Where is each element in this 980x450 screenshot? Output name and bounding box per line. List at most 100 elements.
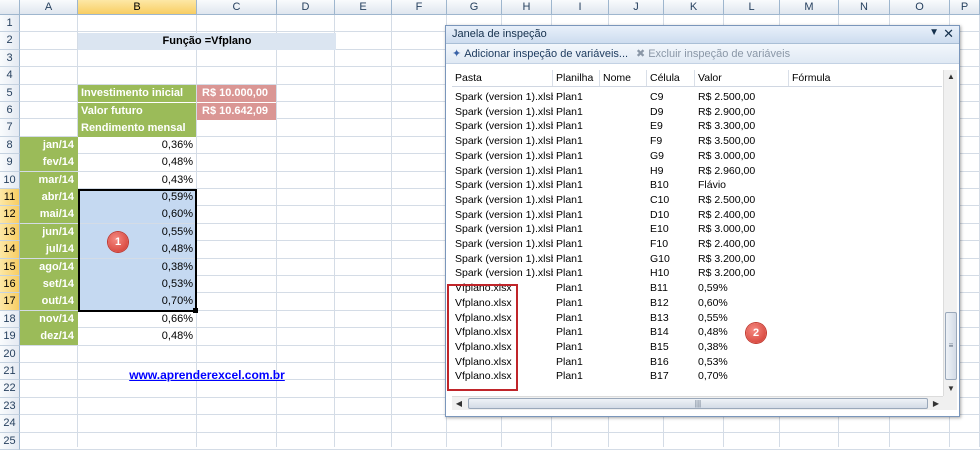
label-monthly-yield[interactable]: Rendimento mensal <box>78 120 196 137</box>
header-book[interactable]: Pasta <box>452 70 553 86</box>
row-header-4[interactable]: 4 <box>0 67 20 85</box>
month-cell[interactable]: jan/14 <box>20 136 78 154</box>
watch-row[interactable]: Spark (version 1).xlsb Plan1 G10 R$ 3.200,0… <box>452 252 942 267</box>
watch-row[interactable]: Vfplano.xlsx Plan1 B16 0,53% <box>452 355 942 370</box>
scroll-up-arrow-icon[interactable]: ▲ <box>944 70 958 84</box>
header-sheet[interactable]: Planilha <box>553 70 600 86</box>
month-cell[interactable]: mai/14 <box>20 206 78 224</box>
horizontal-scrollbar[interactable]: ◀ ||| ▶ <box>452 396 943 410</box>
column-header-d[interactable]: D <box>277 0 335 15</box>
header-cell[interactable]: Célula <box>647 70 695 86</box>
row-header-25[interactable]: 25 <box>0 432 20 450</box>
watch-row[interactable]: Vfplano.xlsx Plan1 B12 0,60% <box>452 296 942 311</box>
row-header-9[interactable]: 9 <box>0 154 20 172</box>
rate-cell[interactable]: 0,70% <box>78 293 197 311</box>
column-header-b[interactable]: B <box>78 0 197 15</box>
month-cell[interactable]: mar/14 <box>20 171 78 189</box>
watch-row[interactable]: Spark (version 1).xlsb Plan1 C9 R$ 2.500,00 <box>452 90 942 105</box>
row-header-6[interactable]: 6 <box>0 102 20 120</box>
row-header-20[interactable]: 20 <box>0 345 20 363</box>
rate-cell[interactable]: 0,48% <box>78 154 197 171</box>
watch-row[interactable]: Spark (version 1).xlsb Plan1 E10 R$ 3.000,0… <box>452 222 942 237</box>
fill-handle[interactable] <box>193 308 198 313</box>
header-value[interactable]: Valor <box>695 70 789 86</box>
row-header-24[interactable]: 24 <box>0 415 20 433</box>
month-cell[interactable]: dez/14 <box>20 328 78 346</box>
row-header-11[interactable]: 11 <box>0 189 20 207</box>
column-header-m[interactable]: M <box>780 0 839 15</box>
row-header-2[interactable]: 2 <box>0 32 20 50</box>
watch-row[interactable]: Spark (version 1).xlsb Plan1 F10 R$ 2.400,0… <box>452 237 942 252</box>
row-header-13[interactable]: 13 <box>0 223 20 242</box>
watch-row[interactable]: Spark (version 1).xlsb Plan1 D10 R$ 2.400,0… <box>452 208 942 223</box>
month-cell[interactable]: jul/14 <box>20 241 78 259</box>
delete-watch-button[interactable]: ✖ Excluir inspeção de variáveis <box>636 47 790 60</box>
row-header-18[interactable]: 18 <box>0 310 20 329</box>
rate-cell[interactable]: 0,36% <box>78 137 197 154</box>
row-header-5[interactable]: 5 <box>0 84 20 102</box>
column-header-f[interactable]: F <box>392 0 447 15</box>
row-header-17[interactable]: 17 <box>0 293 20 311</box>
column-header-l[interactable]: L <box>724 0 780 15</box>
vertical-scrollbar[interactable]: ▲ ≡ ▼ <box>943 70 957 396</box>
watch-row[interactable]: Vfplano.xlsx Plan1 B11 0,59% <box>452 281 942 296</box>
row-header-12[interactable]: 12 <box>0 206 20 224</box>
month-cell[interactable]: ago/14 <box>20 258 78 276</box>
rate-cell[interactable]: 0,43% <box>78 172 197 189</box>
column-header-p[interactable]: P <box>950 0 980 15</box>
column-header-a[interactable]: A <box>20 0 78 15</box>
label-initial-investment[interactable]: Investimento inicial <box>78 85 196 102</box>
watch-row[interactable]: Spark (version 1).xlsb Plan1 E9 R$ 3.300,00 <box>452 119 942 134</box>
row-header-14[interactable]: 14 <box>0 241 20 259</box>
column-header-g[interactable]: G <box>447 0 502 15</box>
month-cell[interactable]: out/14 <box>20 293 78 311</box>
rate-cell[interactable]: 0,48% <box>78 241 197 259</box>
label-future-value[interactable]: Valor futuro <box>78 103 196 120</box>
website-link[interactable]: www.aprenderexcel.com.br <box>78 367 336 384</box>
watch-row[interactable]: Spark (version 1).xlsb Plan1 B10 Flávio <box>452 178 942 193</box>
watch-row[interactable]: Spark (version 1).xlsb Plan1 G9 R$ 3.000,00 <box>452 149 942 164</box>
watch-row[interactable]: Spark (version 1).xlsb Plan1 D9 R$ 2.900,00 <box>452 105 942 120</box>
watch-row[interactable]: Vfplano.xlsx Plan1 B15 0,38% <box>452 340 942 355</box>
close-icon[interactable]: ✕ <box>943 26 954 42</box>
watch-window[interactable]: Janela de inspeção ▼ ✕ ✦ Adicionar inspeç… <box>445 25 960 417</box>
value-future-value[interactable]: R$ 10.642,09 <box>197 103 276 120</box>
rate-cell[interactable]: 0,48% <box>78 328 197 345</box>
rate-cell[interactable]: 0,60% <box>78 206 197 224</box>
month-cell[interactable]: abr/14 <box>20 189 78 206</box>
row-header-21[interactable]: 21 <box>0 363 20 381</box>
month-cell[interactable]: nov/14 <box>20 310 78 328</box>
column-header-k[interactable]: K <box>664 0 724 15</box>
value-initial-investment[interactable]: R$ 10.000,00 <box>197 85 276 102</box>
month-cell[interactable]: fev/14 <box>20 154 78 172</box>
row-header-10[interactable]: 10 <box>0 171 20 189</box>
column-header-j[interactable]: J <box>609 0 664 15</box>
add-watch-button[interactable]: ✦ Adicionar inspeção de variáveis... <box>452 47 628 60</box>
sheet-title[interactable]: Função =Vfplano <box>78 33 336 50</box>
dropdown-arrow-icon[interactable]: ▼ <box>929 27 939 38</box>
rate-cell[interactable]: 0,59% <box>78 189 197 206</box>
select-all-corner[interactable] <box>0 0 20 15</box>
scroll-left-arrow-icon[interactable]: ◀ <box>452 397 466 411</box>
month-cell[interactable]: jun/14 <box>20 223 78 241</box>
watch-row[interactable]: Spark (version 1).xlsb Plan1 H10 R$ 3.200,0… <box>452 266 942 281</box>
row-header-1[interactable]: 1 <box>0 15 20 33</box>
column-header-n[interactable]: N <box>839 0 890 15</box>
scroll-down-arrow-icon[interactable]: ▼ <box>944 382 958 396</box>
header-name[interactable]: Nome <box>600 70 647 86</box>
watch-row[interactable]: Vfplano.xlsx Plan1 B17 0,70% <box>452 369 942 384</box>
row-header-23[interactable]: 23 <box>0 397 20 416</box>
watch-row[interactable]: Spark (version 1).xlsb Plan1 H9 R$ 2.960,00 <box>452 164 942 179</box>
watch-titlebar[interactable]: Janela de inspeção ▼ ✕ <box>446 26 959 44</box>
row-header-8[interactable]: 8 <box>0 136 20 155</box>
resize-grip[interactable] <box>943 396 957 410</box>
watch-row[interactable]: Vfplano.xlsx Plan1 B14 0,48% <box>452 325 942 340</box>
rate-cell[interactable]: 0,55% <box>78 223 197 241</box>
horizontal-scroll-thumb[interactable]: ||| <box>468 398 928 409</box>
rate-cell[interactable]: 0,38% <box>78 258 197 276</box>
column-header-c[interactable]: C <box>197 0 277 15</box>
row-header-16[interactable]: 16 <box>0 276 20 294</box>
row-header-7[interactable]: 7 <box>0 119 20 137</box>
header-formula[interactable]: Fórmula <box>789 70 942 86</box>
column-header-e[interactable]: E <box>335 0 392 15</box>
